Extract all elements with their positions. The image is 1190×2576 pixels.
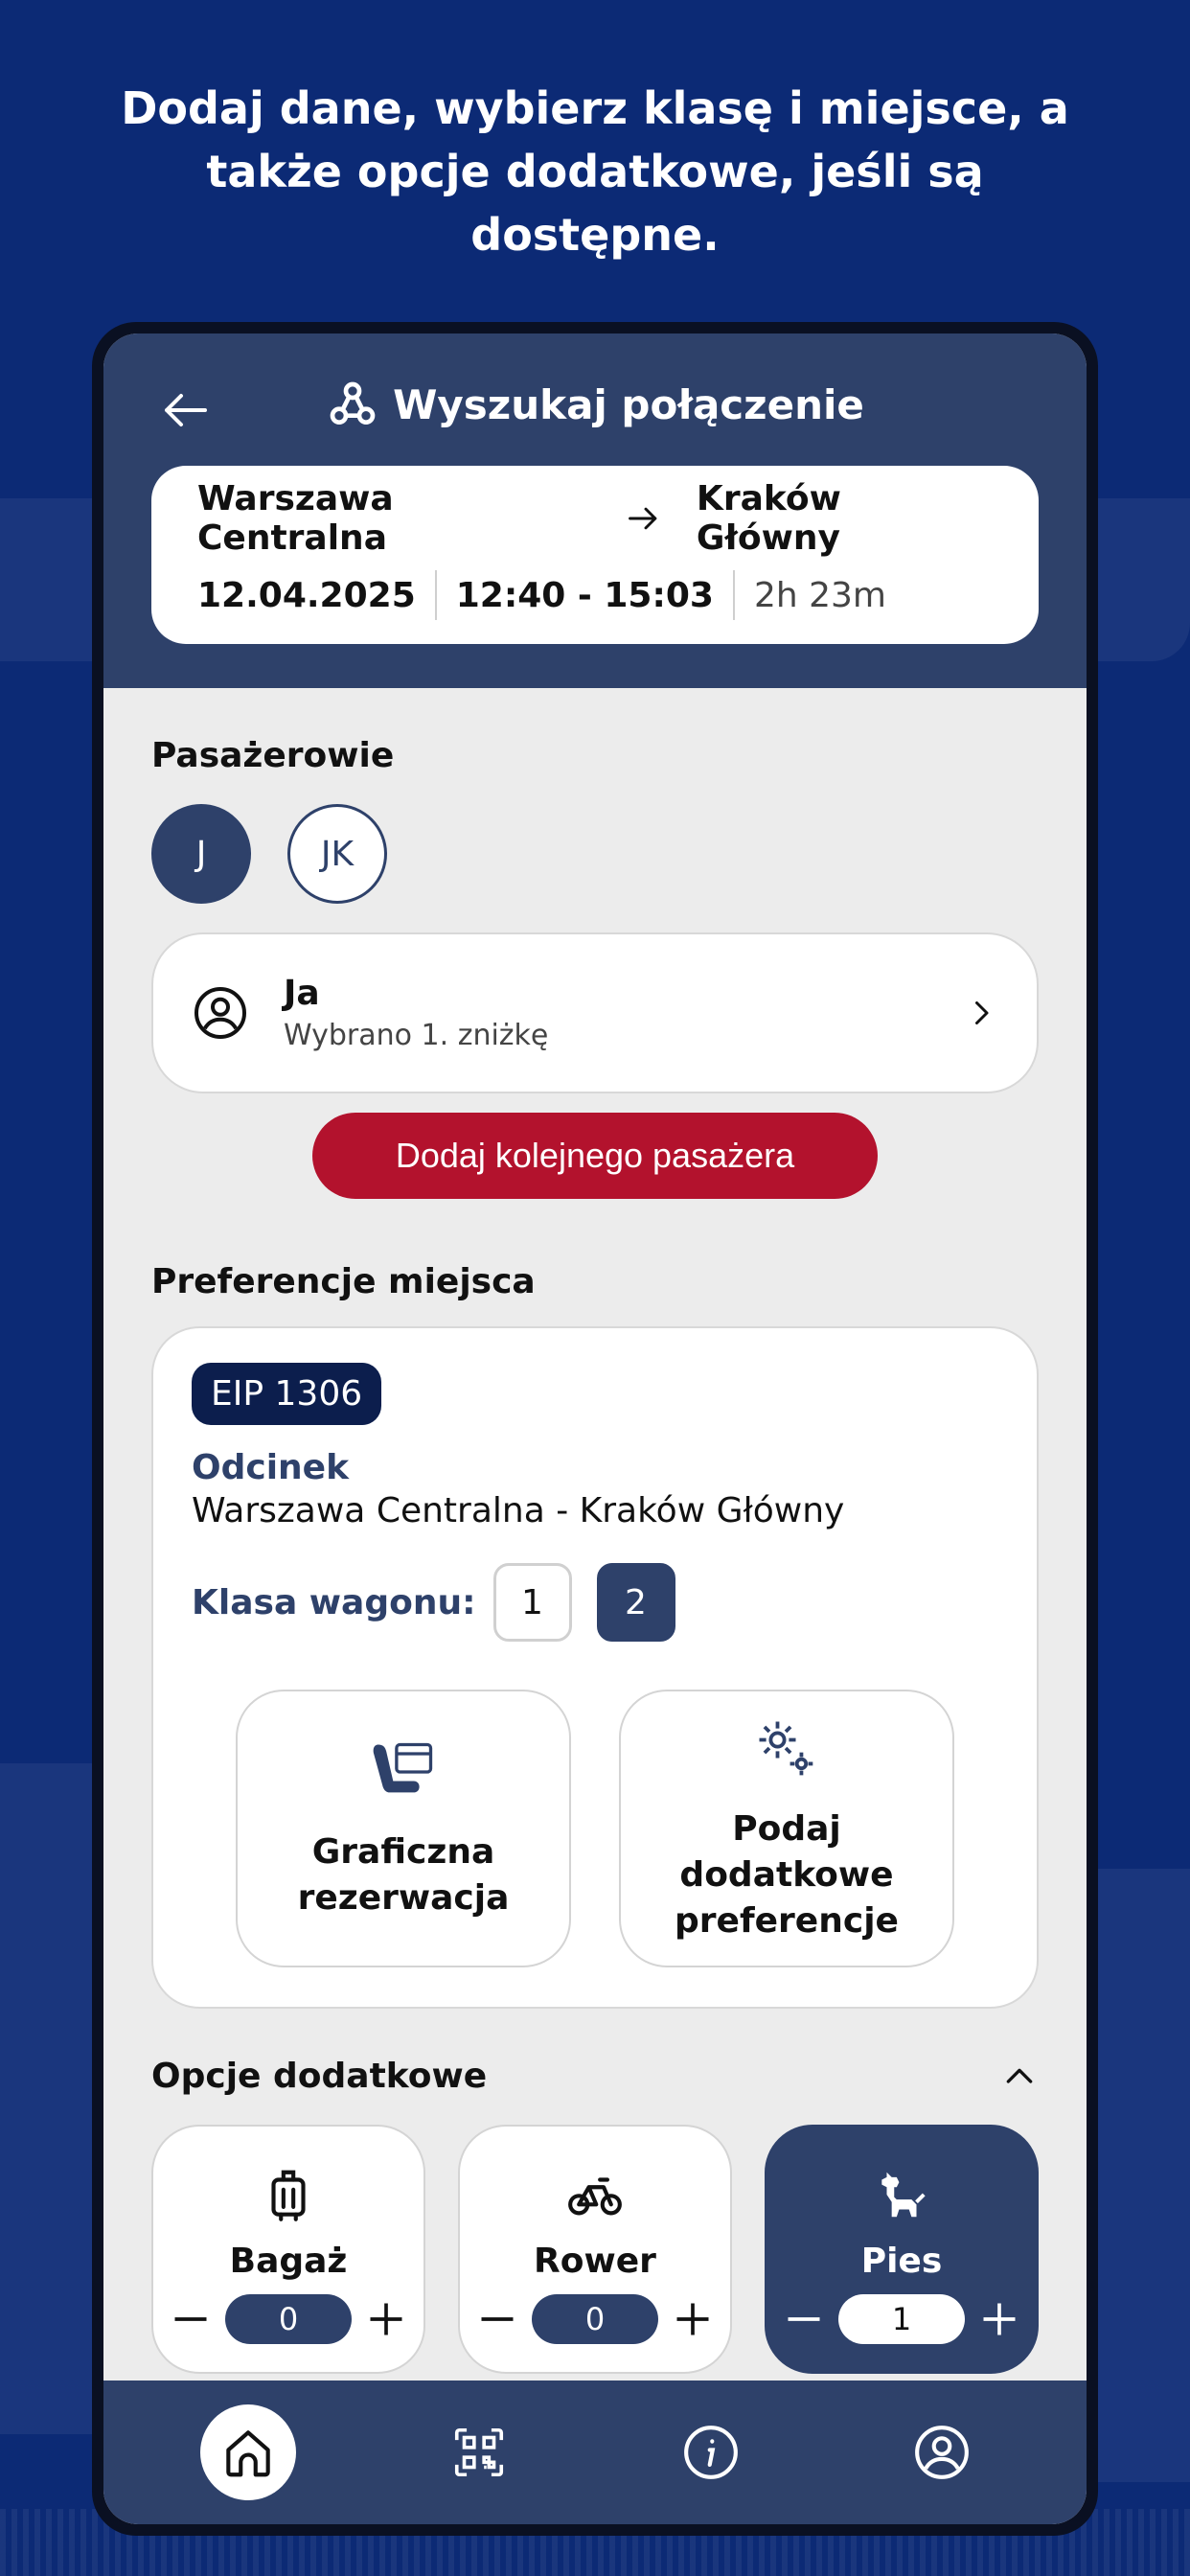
luggage-icon <box>271 2170 306 2221</box>
page-title: Wyszukaj połączenie <box>103 378 1087 431</box>
nav-home[interactable] <box>199 2404 296 2500</box>
bicycle-icon <box>568 2177 622 2216</box>
quantity-value: 0 <box>532 2294 658 2344</box>
arrow-right-icon <box>629 507 657 530</box>
quantity-stepper: 0 <box>476 2294 714 2344</box>
extra-option-bicycle[interactable]: Rower 0 <box>458 2125 732 2374</box>
quantity-value: 0 <box>225 2294 352 2344</box>
additional-preferences-label: Podaj dodatkowe preferencje <box>675 1809 899 1941</box>
quantity-stepper: 1 <box>783 2294 1020 2344</box>
extra-label-luggage: Bagaż <box>229 2242 348 2281</box>
additional-preferences-button[interactable]: Podaj dodatkowe preferencje <box>619 1690 954 1967</box>
headline: Dodaj dane, wybierz klasę i miejsce, a t… <box>121 82 1069 261</box>
extras-header[interactable]: Opcje dodatkowe <box>151 2057 1039 2096</box>
phone-frame: Wyszukaj połączenie Warszawa Centralna K… <box>92 322 1098 2536</box>
passengers-title: Pasażerowie <box>151 736 395 775</box>
chevron-up-icon <box>1006 2068 1033 2083</box>
add-passenger-button[interactable]: Dodaj kolejnego pasażera <box>312 1113 878 1199</box>
route-summary-card: Warszawa Centralna Kraków Główny 12.04.2… <box>151 466 1039 644</box>
route-to: Kraków Główny <box>696 479 841 558</box>
profile-icon <box>915 2426 970 2479</box>
minus-icon[interactable] <box>170 2298 212 2340</box>
home-icon <box>226 2430 270 2477</box>
extra-label-bicycle: Rower <box>534 2242 656 2281</box>
class-selector: Klasa wagonu: 1 2 <box>192 1563 998 1642</box>
extra-option-luggage[interactable]: Bagaż 0 <box>151 2125 425 2374</box>
class-2-button[interactable]: 2 <box>596 1563 675 1642</box>
plus-icon[interactable] <box>978 2298 1020 2340</box>
qr-code-icon <box>455 2427 504 2477</box>
extras-options: Bagaż 0 Rower 0 Pies 1 <box>151 2125 1039 2374</box>
passenger-avatars: J JK <box>151 804 1039 904</box>
dog-icon <box>881 2172 926 2218</box>
connection-nodes-icon <box>330 381 376 425</box>
extras-title: Opcje dodatkowe <box>151 2057 488 2096</box>
divider <box>732 570 735 620</box>
app-screen: Wyszukaj połączenie Warszawa Centralna K… <box>103 334 1087 2524</box>
nav-profile[interactable] <box>894 2404 990 2500</box>
route-time: 12:40 - 15:03 <box>455 575 714 615</box>
route-from: Warszawa Centralna <box>197 479 394 558</box>
plus-icon[interactable] <box>672 2298 714 2340</box>
minus-icon[interactable] <box>783 2298 825 2340</box>
seat-preferences-title: Preferencje miejsca <box>151 1262 536 1301</box>
nav-info[interactable] <box>663 2404 759 2500</box>
graphic-reservation-label: Graficzna rezerwacja <box>297 1832 510 1918</box>
passenger-avatar-jk[interactable]: JK <box>287 804 387 904</box>
page-title-text: Wyszukaj połączenie <box>393 380 864 428</box>
passenger-name: Ja <box>284 974 320 1013</box>
extra-option-dog[interactable]: Pies 1 <box>765 2125 1039 2374</box>
extra-label-dog: Pies <box>860 2242 943 2281</box>
route-duration: 2h 23m <box>753 575 886 615</box>
seat-map-icon <box>373 1742 433 1793</box>
segment-value: Warszawa Centralna - Kraków Główny <box>192 1491 845 1530</box>
user-circle-icon <box>195 987 246 1039</box>
chevron-right-icon <box>975 1001 989 1024</box>
graphic-reservation-button[interactable]: Graficzna rezerwacja <box>236 1690 571 1967</box>
quantity-stepper: 0 <box>170 2294 407 2344</box>
passenger-card[interactable]: Ja Wybrano 1. zniżkę <box>151 932 1039 1093</box>
class-1-button[interactable]: 1 <box>492 1563 572 1642</box>
route-date: 12.04.2025 <box>197 575 416 615</box>
class-label: Klasa wagonu: <box>192 1582 476 1622</box>
passenger-discount: Wybrano 1. zniżkę <box>284 1019 549 1052</box>
minus-icon[interactable] <box>476 2298 518 2340</box>
train-badge: EIP 1306 <box>192 1363 382 1425</box>
segment-label: Odcinek <box>192 1448 350 1487</box>
top-bar: Wyszukaj połączenie Warszawa Centralna K… <box>103 334 1087 688</box>
gears-icon <box>759 1721 813 1776</box>
background-decoration <box>1083 1869 1190 2482</box>
nav-tickets[interactable] <box>431 2404 527 2500</box>
main-content: Pasażerowie J JK Ja Wybrano 1. zniżkę Do… <box>151 736 1039 2374</box>
divider <box>434 570 437 620</box>
seat-preferences-card: EIP 1306 Odcinek Warszawa Centralna - Kr… <box>151 1326 1039 2009</box>
quantity-value: 1 <box>838 2294 965 2344</box>
passenger-avatar-j[interactable]: J <box>151 804 251 904</box>
plus-icon[interactable] <box>365 2298 407 2340</box>
bottom-navigation <box>103 2380 1087 2524</box>
info-icon <box>683 2426 738 2479</box>
